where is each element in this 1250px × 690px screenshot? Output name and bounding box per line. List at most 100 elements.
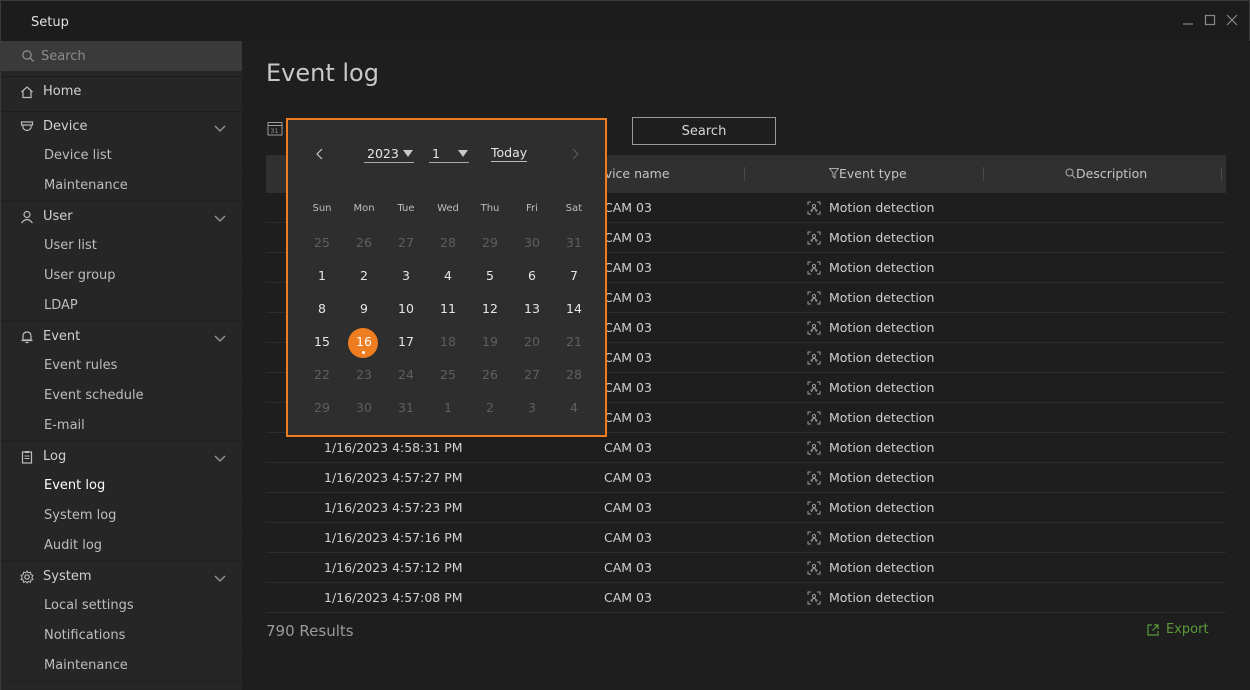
calendar-day[interactable]: 3 xyxy=(385,268,427,283)
sidebar-item-ldap[interactable]: LDAP xyxy=(1,291,242,321)
cell-event-type: Motion detection xyxy=(829,320,935,335)
sidebar-item-label: Event log xyxy=(44,478,106,493)
motion-detection-icon xyxy=(807,441,821,459)
calendar-day[interactable]: 15 xyxy=(301,334,343,349)
sidebar-item-user[interactable]: User xyxy=(1,201,242,231)
sidebar-item-event[interactable]: Event xyxy=(1,321,242,351)
sidebar-item-event-rules[interactable]: Event rules xyxy=(1,351,242,381)
calendar-day: 1 xyxy=(444,400,452,415)
motion-detection-icon xyxy=(807,531,821,549)
motion-detection-icon xyxy=(807,471,821,489)
calendar-day[interactable]: 16 xyxy=(343,334,385,349)
calendar-day: 29 xyxy=(314,400,330,415)
motion-detection-icon xyxy=(807,351,821,369)
sidebar-item-home[interactable]: Home xyxy=(1,76,242,106)
cell-device: CAM 03 xyxy=(604,500,652,515)
calendar-day[interactable]: 8 xyxy=(301,301,343,316)
setup-window: Setup Home Device xyxy=(0,0,1250,690)
chevron-left-icon[interactable] xyxy=(314,147,326,161)
calendar-day[interactable]: 11 xyxy=(427,301,469,316)
sidebar-item-system[interactable]: System xyxy=(1,561,242,591)
calendar-icon[interactable]: 31 xyxy=(267,120,283,140)
sidebar-item-notifications[interactable]: Notifications xyxy=(1,621,242,651)
cell-device: CAM 03 xyxy=(604,410,652,425)
sidebar-item-audit-log[interactable]: Audit log xyxy=(1,531,242,561)
minimize-icon[interactable] xyxy=(1181,13,1195,27)
calendar-day[interactable]: 2 xyxy=(343,268,385,283)
close-icon[interactable] xyxy=(1225,13,1239,27)
cell-event-type: Motion detection xyxy=(829,410,935,425)
table-row[interactable]: 1/16/2023 4:57:23 PM CAM 03 Motion detecti… xyxy=(266,493,1226,523)
search-button[interactable]: Search xyxy=(632,117,776,145)
weekday-header: Sun xyxy=(312,203,332,214)
sidebar-item-user-group[interactable]: User group xyxy=(1,261,242,291)
title-bar: Setup xyxy=(1,1,1249,41)
calendar-day[interactable]: 12 xyxy=(469,301,511,316)
calendar-day: 28 xyxy=(566,367,582,382)
sidebar-item-event-log[interactable]: Event log xyxy=(1,471,242,501)
column-description[interactable]: Description xyxy=(1065,166,1147,181)
sidebar-item-label: User list xyxy=(44,238,97,253)
calendar-day: 22 xyxy=(314,367,330,382)
home-icon xyxy=(20,85,34,99)
sidebar-item-device-list[interactable]: Device list xyxy=(1,141,242,171)
sidebar-item-local-settings[interactable]: Local settings xyxy=(1,591,242,621)
motion-detection-icon xyxy=(807,411,821,429)
sidebar-item-event-schedule[interactable]: Event schedule xyxy=(1,381,242,411)
motion-detection-icon xyxy=(807,291,821,309)
sidebar-item-device-maintenance[interactable]: Maintenance xyxy=(1,171,242,201)
table-row[interactable]: 1/16/2023 4:58:31 PM CAM 03 Motion detecti… xyxy=(266,433,1226,463)
calendar-day[interactable]: 10 xyxy=(385,301,427,316)
calendar-day[interactable]: 4 xyxy=(427,268,469,283)
month-select[interactable]: 1 xyxy=(429,145,469,163)
calendar-day[interactable]: 13 xyxy=(511,301,553,316)
chevron-right-icon[interactable] xyxy=(569,147,581,161)
sidebar-item-device[interactable]: Device xyxy=(1,111,242,141)
calendar-day[interactable]: 1 xyxy=(301,268,343,283)
sidebar-item-label: E-mail xyxy=(44,418,85,433)
motion-detection-icon xyxy=(807,231,821,249)
calendar-day[interactable]: 5 xyxy=(469,268,511,283)
chevron-down-icon xyxy=(214,122,226,137)
column-event-type[interactable]: Event type xyxy=(828,166,907,181)
chevron-down-icon xyxy=(214,212,226,227)
sidebar-item-label: LDAP xyxy=(44,298,78,313)
sidebar-item-label: Event rules xyxy=(44,358,118,373)
sidebar-item-email[interactable]: E-mail xyxy=(1,411,242,441)
sidebar-item-label: Device list xyxy=(44,148,112,163)
calendar-day[interactable]: 17 xyxy=(385,334,427,349)
table-row[interactable]: 1/16/2023 4:57:16 PM CAM 03 Motion detecti… xyxy=(266,523,1226,553)
maximize-icon[interactable] xyxy=(1203,13,1217,27)
calendar-day: 25 xyxy=(440,367,456,382)
table-row[interactable]: 1/16/2023 4:57:08 PM CAM 03 Motion detecti… xyxy=(266,583,1226,613)
table-row[interactable]: 1/16/2023 4:57:12 PM CAM 03 Motion detecti… xyxy=(266,553,1226,583)
calendar-day[interactable]: 14 xyxy=(553,301,595,316)
year-select[interactable]: 2023 xyxy=(364,145,414,163)
sidebar-item-label: User xyxy=(43,209,73,224)
month-value: 1 xyxy=(432,146,440,161)
export-button[interactable]: Export xyxy=(1147,622,1209,637)
calendar-day[interactable]: 7 xyxy=(553,268,595,283)
sidebar-item-label: System log xyxy=(44,508,117,523)
sidebar-item-log[interactable]: Log xyxy=(1,441,242,471)
sidebar-item-system-maintenance[interactable]: Maintenance xyxy=(1,651,242,681)
table-row[interactable]: 1/16/2023 4:57:27 PM CAM 03 Motion detecti… xyxy=(266,463,1226,493)
calendar-day[interactable]: 9 xyxy=(343,301,385,316)
column-device-name[interactable]: evice name xyxy=(597,166,670,181)
calendar-day[interactable]: 6 xyxy=(511,268,553,283)
today-marker-dot xyxy=(362,351,365,354)
chevron-down-icon xyxy=(214,452,226,467)
sidebar-item-label: Log xyxy=(43,449,67,464)
motion-detection-icon xyxy=(807,381,821,399)
motion-detection-icon xyxy=(807,591,821,609)
today-button[interactable]: Today xyxy=(491,145,528,162)
calendar-day: 20 xyxy=(524,334,540,349)
sidebar-item-system-log[interactable]: System log xyxy=(1,501,242,531)
window-title: Setup xyxy=(31,15,69,30)
column-divider xyxy=(1221,167,1222,181)
sidebar-item-user-list[interactable]: User list xyxy=(1,231,242,261)
clipboard-icon xyxy=(20,450,34,464)
sidebar-search-input[interactable] xyxy=(41,41,231,71)
chevron-down-icon xyxy=(214,572,226,587)
cell-event-type: Motion detection xyxy=(829,290,935,305)
